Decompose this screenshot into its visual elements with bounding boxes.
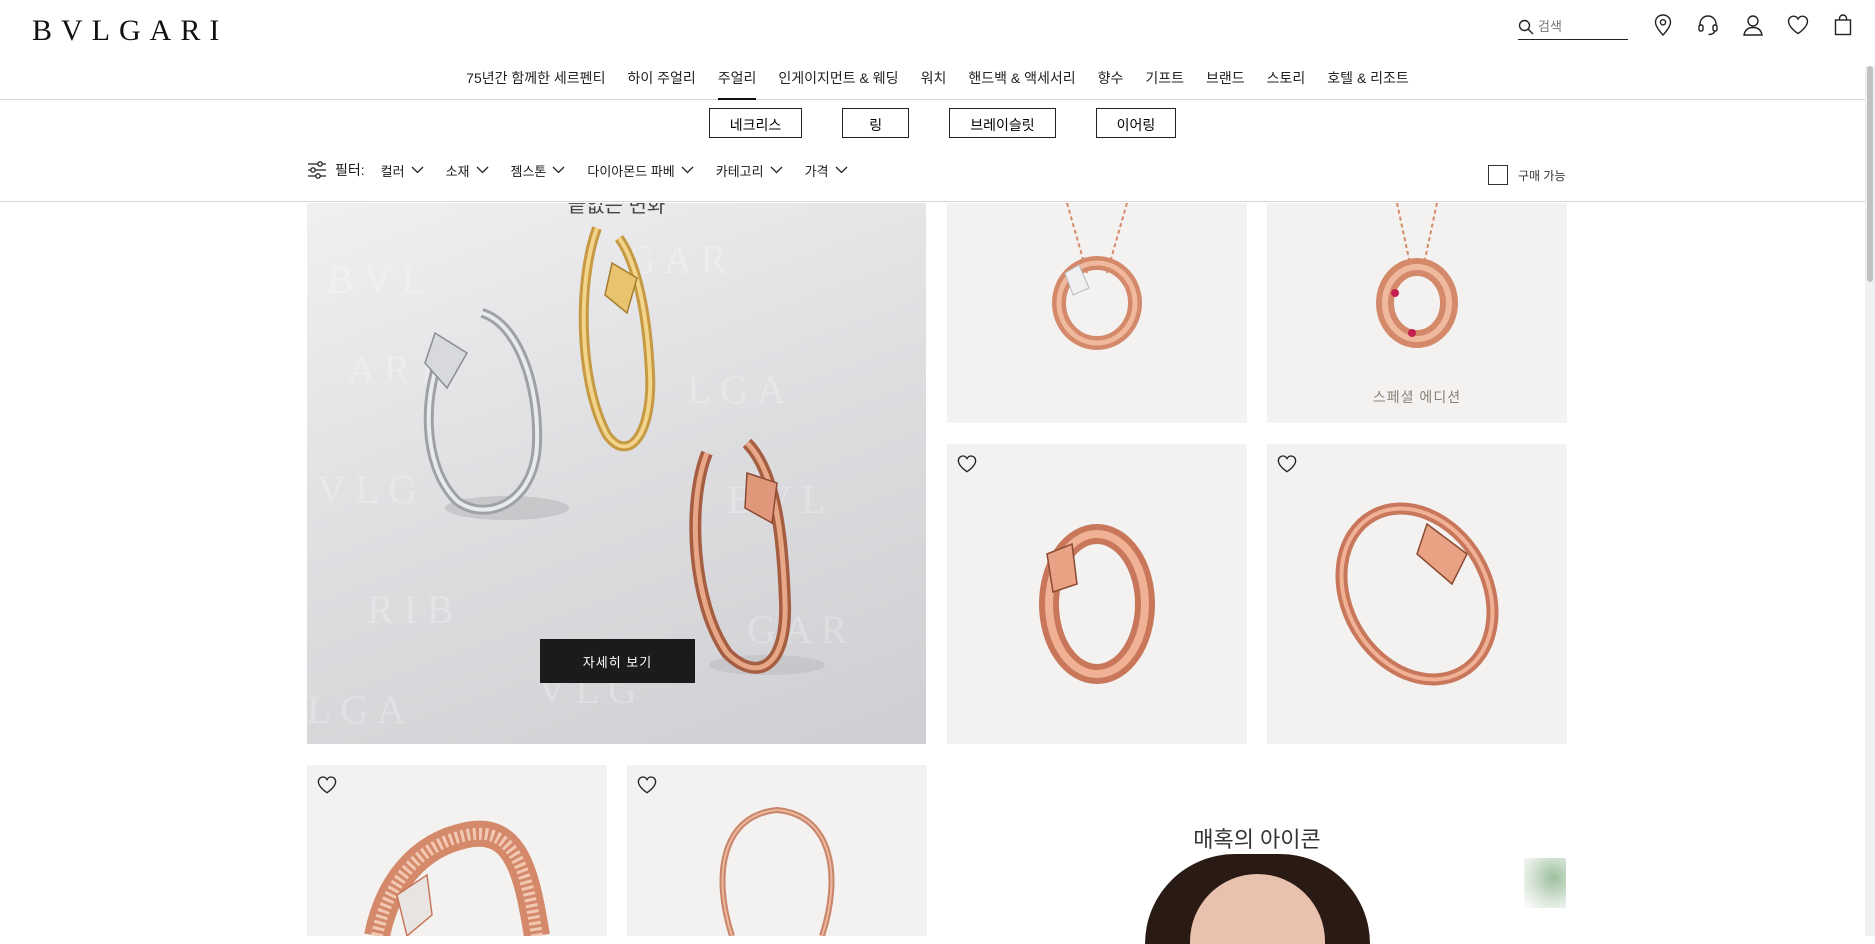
shopping-bag-icon[interactable] bbox=[1832, 13, 1854, 37]
product-card[interactable] bbox=[947, 444, 1247, 744]
svg-text:L G A: L G A bbox=[687, 367, 786, 412]
search-input[interactable] bbox=[1538, 19, 1624, 34]
mesh-necklace-image bbox=[719, 806, 835, 936]
location-pin-icon[interactable] bbox=[1652, 13, 1674, 37]
filter-category[interactable]: 카테고리 bbox=[716, 161, 783, 180]
svg-text:G A R: G A R bbox=[747, 607, 847, 652]
svg-text:R I B: R I B bbox=[367, 587, 454, 632]
serpenti-ring-image bbox=[1039, 524, 1155, 684]
chevron-down-icon bbox=[552, 166, 565, 174]
search-box[interactable] bbox=[1518, 14, 1628, 40]
account-icon[interactable] bbox=[1742, 13, 1764, 37]
chevron-down-icon bbox=[476, 166, 488, 174]
wishlist-heart-icon[interactable] bbox=[1787, 13, 1809, 37]
filter-diamond-pave[interactable]: 다이아몬드 파베 bbox=[587, 161, 694, 180]
nav-item-jewelry[interactable]: 주얼리 bbox=[707, 66, 768, 100]
product-card[interactable] bbox=[627, 765, 927, 936]
serpenti-diamond-necklace-image bbox=[1052, 203, 1142, 350]
chevron-down-icon bbox=[681, 166, 694, 174]
serpenti-diamond-ring-image bbox=[364, 820, 550, 936]
filter-gemstone[interactable]: 젬스톤 bbox=[511, 161, 566, 180]
product-card[interactable] bbox=[947, 203, 1247, 423]
svg-text:L G A: L G A bbox=[307, 687, 406, 732]
scrollbar-thumb[interactable] bbox=[1867, 66, 1873, 282]
nav-item-serpenti[interactable]: 75년간 함께한 세르펜티 bbox=[455, 66, 616, 100]
filter-sliders-icon[interactable] bbox=[307, 161, 327, 179]
main-nav: 75년간 함께한 세르펜티 하이 주얼리 주얼리 인게이지먼트 & 웨딩 워치 … bbox=[0, 66, 1875, 100]
serpenti-bracelet-image bbox=[1335, 502, 1499, 686]
foliage-image bbox=[1524, 858, 1566, 908]
chevron-down-icon bbox=[411, 166, 424, 174]
svg-text:V L G: V L G bbox=[317, 467, 417, 512]
nav-item-gifts[interactable]: 기프트 bbox=[1134, 66, 1195, 100]
product-card[interactable] bbox=[307, 765, 607, 936]
subcategory-rings[interactable]: 링 bbox=[842, 108, 910, 138]
category-filter-bar: 네크리스 링 브레이슬릿 이어링 필터: 컬러 소재 젬스톤 다이아몬드 파베 … bbox=[0, 100, 1875, 202]
header-icons bbox=[1652, 13, 1854, 37]
available-checkbox[interactable] bbox=[1488, 165, 1508, 185]
subcategory-necklaces[interactable]: 네크리스 bbox=[708, 108, 803, 138]
filter-label: 필터: bbox=[335, 162, 365, 178]
subcategory-pills: 네크리스 링 브레이슬릿 이어링 bbox=[0, 108, 1875, 138]
headset-icon[interactable] bbox=[1697, 13, 1719, 37]
filter-row: 필터: 컬러 소재 젬스톤 다이아몬드 파베 카테고리 가격 bbox=[307, 160, 870, 180]
available-filter[interactable]: 구매 가능 bbox=[1488, 165, 1566, 185]
svg-text:G A R: G A R bbox=[627, 237, 727, 282]
subcategory-bracelets[interactable]: 브레이슬릿 bbox=[949, 108, 1056, 138]
filter-material[interactable]: 소재 bbox=[446, 161, 489, 180]
nav-item-handbags[interactable]: 핸드백 & 액세서리 bbox=[957, 66, 1086, 100]
face-shape bbox=[1190, 874, 1325, 944]
campaign-portrait-image bbox=[1145, 854, 1370, 944]
nav-item-brand[interactable]: 브랜드 bbox=[1195, 66, 1256, 100]
filter-price[interactable]: 가격 bbox=[805, 161, 848, 180]
hero-banner: 끝없는 변화 B V LG A R A R IL G A V L GB V L … bbox=[307, 203, 926, 744]
filter-color[interactable]: 컬러 bbox=[381, 161, 424, 180]
nav-item-hotels[interactable]: 호텔 & 리조트 bbox=[1316, 66, 1420, 100]
nav-item-fragrance[interactable]: 향수 bbox=[1087, 66, 1135, 100]
section-title: 매혹의 아이콘 bbox=[1193, 827, 1321, 852]
page-scrollbar[interactable] bbox=[1865, 66, 1875, 936]
product-card[interactable] bbox=[1267, 444, 1567, 744]
view-details-button[interactable]: 자세히 보기 bbox=[540, 639, 695, 683]
chevron-down-icon bbox=[835, 166, 847, 174]
site-header: BVLGARI 75년간 함께한 세르펜티 하이 주얼리 주얼리 인게이지먼트 … bbox=[0, 0, 1875, 100]
svg-text:A R I: A R I bbox=[347, 347, 434, 392]
product-card[interactable]: 스페셜 에디션 bbox=[1267, 203, 1567, 423]
search-icon[interactable] bbox=[1518, 19, 1534, 35]
subcategory-earrings[interactable]: 이어링 bbox=[1095, 108, 1177, 138]
brand-logo[interactable]: BVLGARI bbox=[32, 14, 228, 48]
nav-item-stories[interactable]: 스토리 bbox=[1256, 66, 1317, 100]
nav-item-high-jewelry[interactable]: 하이 주얼리 bbox=[616, 66, 706, 100]
product-badge: 스페셜 에디션 bbox=[1372, 389, 1462, 405]
available-label: 구매 가능 bbox=[1518, 168, 1566, 183]
nav-item-watches[interactable]: 워치 bbox=[910, 66, 958, 100]
chevron-down-icon bbox=[770, 166, 783, 174]
nav-item-engagement[interactable]: 인게이지먼트 & 웨딩 bbox=[767, 66, 909, 100]
svg-text:B V L: B V L bbox=[327, 257, 426, 302]
